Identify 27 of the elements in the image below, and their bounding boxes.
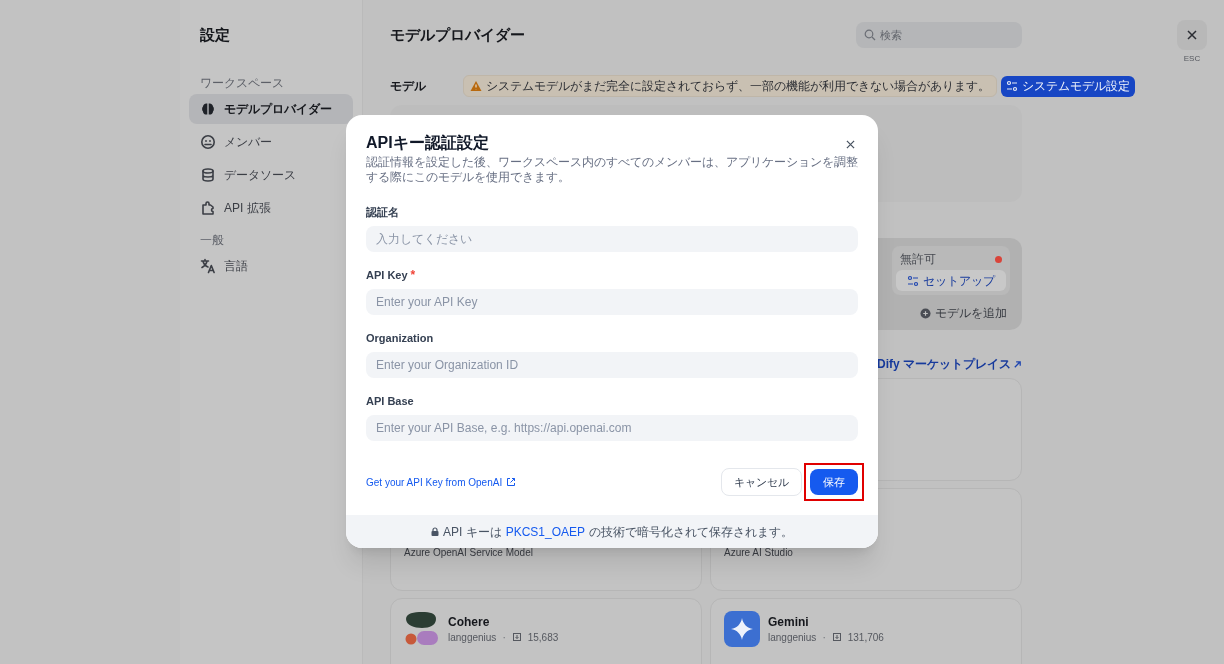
- provider-name: Cohere: [448, 613, 491, 630]
- author-text: langgenius: [768, 630, 817, 645]
- provider-description: Azure AI Studio: [724, 546, 794, 560]
- footer-text: API キーは: [442, 523, 502, 541]
- dialog-description: 認証情報を設定した後、ワークスペース内のすべてのメンバーは、アプリケーションを調整する際にこのモデルを使用できます。: [366, 155, 858, 185]
- required-mark: *: [410, 267, 416, 284]
- settings-title: 設定: [199, 25, 231, 45]
- author-text: langgenius: [448, 630, 497, 645]
- install-count: 131,706: [847, 630, 884, 645]
- field-label: Organization: [366, 330, 434, 346]
- section-label: モデル: [390, 78, 426, 95]
- page-title: モデルプロバイダー: [390, 24, 525, 45]
- separator-dot: ·: [502, 630, 506, 645]
- shortcut-hint: ESC: [1183, 53, 1201, 65]
- section-heading: 一般: [199, 232, 225, 248]
- status-text: 無許可: [900, 251, 936, 268]
- section-heading: ワークスペース: [199, 75, 285, 91]
- provider-description: Azure OpenAI Service Model: [404, 546, 534, 560]
- separator-dot: ·: [822, 630, 826, 645]
- field-label: API Base: [366, 393, 414, 409]
- provider-name: Gemini: [768, 613, 810, 630]
- field-label: 認証名: [366, 204, 399, 220]
- dialog-title: APIキー認証設定: [366, 133, 489, 153]
- footer-text: の技術で暗号化されて保存されます。: [589, 523, 794, 541]
- install-count: 15,683: [527, 630, 559, 645]
- field-label: API Key: [366, 267, 408, 283]
- warning-banner: システムモデルがまだ完全に設定されておらず、一部の機能が利用できない場合があります。: [463, 75, 997, 97]
